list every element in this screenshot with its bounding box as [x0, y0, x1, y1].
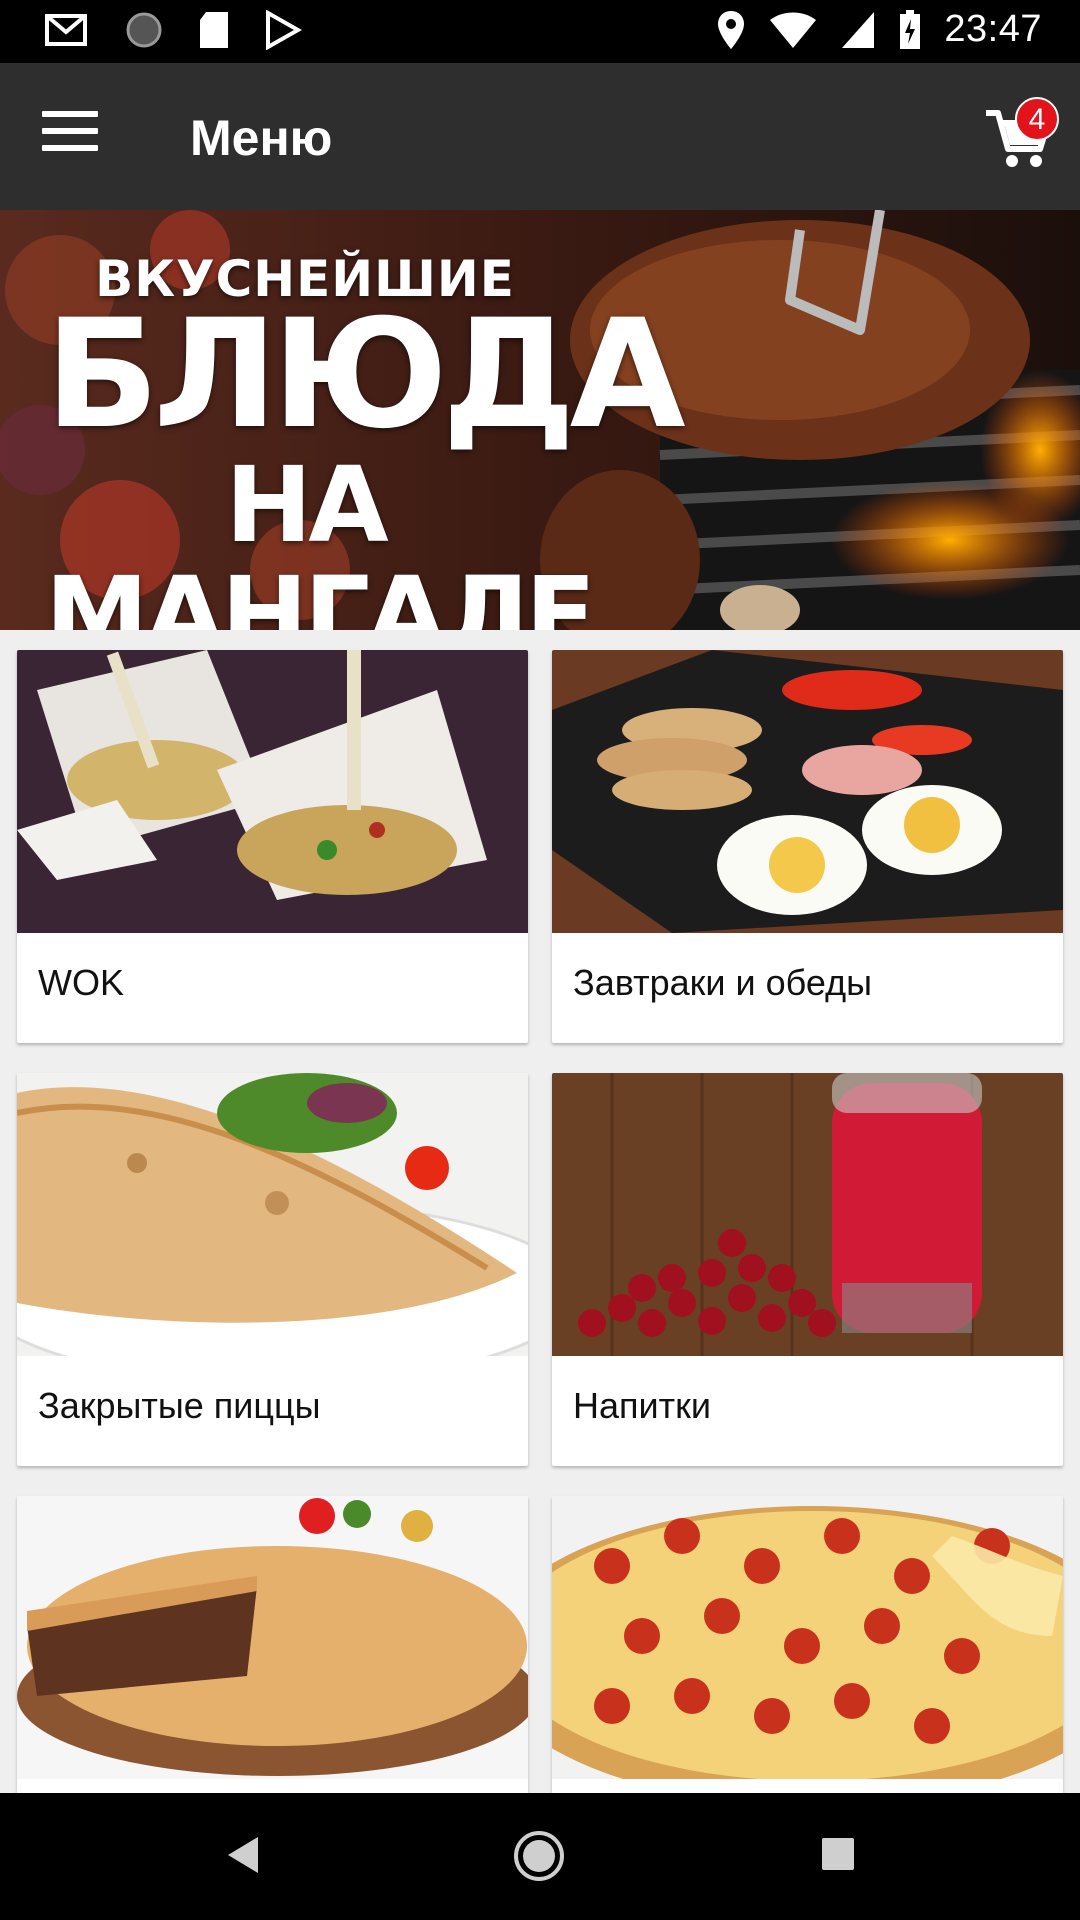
cart-count-badge: 4	[1015, 97, 1059, 141]
category-card-drinks[interactable]: Напитки	[552, 1073, 1063, 1466]
breakfast-image	[552, 650, 1063, 933]
pizza-image	[552, 1496, 1063, 1779]
hamburger-icon	[42, 111, 98, 117]
category-label: WOK	[38, 962, 124, 1003]
category-card-wok[interactable]: WOK	[17, 650, 528, 1043]
drinks-image	[552, 1073, 1063, 1356]
menu-button[interactable]	[42, 111, 98, 159]
category-label: Завтраки и обеды	[573, 962, 872, 1003]
sync-icon	[126, 12, 162, 48]
category-label: Напитки	[573, 1385, 711, 1426]
recents-icon[interactable]	[820, 1836, 856, 1872]
system-nav-bar	[0, 1793, 1080, 1920]
clock: 23:47	[944, 8, 1042, 50]
home-icon[interactable]	[513, 1830, 565, 1882]
gmail-icon	[45, 14, 87, 46]
wifi-icon	[770, 12, 817, 48]
hamburger-line	[42, 145, 98, 151]
pie-image	[17, 1496, 528, 1779]
category-card-calzone[interactable]: Закрытые пиццы	[17, 1073, 528, 1466]
battery-charging-icon	[900, 9, 921, 49]
banner-line-3: НА МАНГАЛЕ	[45, 444, 596, 630]
category-label: Закрытые пиццы	[38, 1385, 321, 1426]
category-card-breakfasts[interactable]: Завтраки и обеды	[552, 650, 1063, 1043]
banner-text: ВКУСНЕЙШИЕ БЛЮДА НА МАНГАЛЕ	[45, 250, 686, 630]
hamburger-line	[42, 128, 98, 134]
play-store-icon	[266, 10, 302, 50]
sd-card-icon	[200, 12, 228, 48]
promo-banner[interactable]: ВКУСНЕЙШИЕ БЛЮДА НА МАНГАЛЕ	[0, 210, 1080, 630]
calzone-image	[17, 1073, 528, 1356]
banner-line-2: БЛЮДА	[45, 288, 686, 462]
status-bar: 23:47	[0, 0, 1080, 63]
location-icon	[718, 10, 745, 49]
back-icon[interactable]	[222, 1833, 262, 1877]
signal-icon	[842, 11, 875, 48]
app-bar: Меню	[0, 63, 1080, 210]
page-title: Меню	[190, 110, 333, 166]
wok-image	[17, 650, 528, 933]
